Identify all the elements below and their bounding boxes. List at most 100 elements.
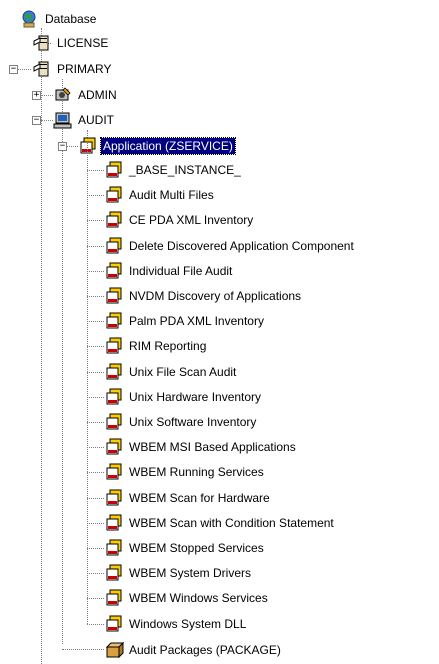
tree-node-instance[interactable]: Audit Multi Files	[104, 185, 216, 205]
node-label: Database	[45, 12, 97, 26]
file-cabinet-icon	[32, 59, 52, 79]
tree-node-audit-packages[interactable]: Audit Packages (PACKAGE)	[104, 640, 283, 660]
tree-line	[87, 346, 104, 347]
tree-node-instance[interactable]: Individual File Audit	[104, 261, 234, 281]
node-label-selected: Application (ZSERVICE)	[100, 137, 236, 155]
tree-node-instance[interactable]: RIM Reporting	[104, 336, 208, 356]
tree-line	[87, 447, 104, 448]
node-label: WBEM Windows Services	[129, 591, 268, 605]
application-instance-icon	[104, 160, 124, 180]
node-label: WBEM Scan with Condition Statement	[129, 516, 334, 530]
application-instance-icon	[104, 563, 124, 583]
tree-line	[87, 220, 104, 221]
node-label: NVDM Discovery of Applications	[129, 289, 302, 303]
tree-node-instance[interactable]: _BASE_INSTANCE_	[104, 160, 243, 180]
node-label: WBEM Running Services	[129, 465, 264, 479]
node-label: WBEM Stopped Services	[129, 541, 264, 555]
application-instance-icon	[104, 261, 124, 281]
database-tree: Database LICENSE − PRIMARY + ADMIN − AUD…	[0, 0, 439, 664]
admin-tools-icon	[53, 85, 73, 105]
node-label: RIM Reporting	[129, 339, 207, 353]
tree-line	[87, 296, 104, 297]
application-instance-icon	[104, 286, 124, 306]
node-label: WBEM MSI Based Applications	[129, 440, 296, 454]
application-instance-icon	[104, 462, 124, 482]
application-instance-icon	[104, 614, 124, 634]
application-instance-icon	[104, 513, 124, 533]
application-instance-icon	[104, 387, 124, 407]
expand-toggle[interactable]: +	[32, 91, 41, 100]
application-instance-icon	[104, 412, 124, 432]
tree-node-instance[interactable]: WBEM Scan with Condition Statement	[104, 513, 336, 533]
application-instance-icon	[104, 588, 124, 608]
tree-node-instance[interactable]: NVDM Discovery of Applications	[104, 286, 303, 306]
node-label: Unix File Scan Audit	[129, 365, 237, 379]
tree-node-instance[interactable]: WBEM System Drivers	[104, 563, 253, 583]
node-label: PRIMARY	[57, 62, 112, 76]
tree-node-instance[interactable]: WBEM Scan for Hardware	[104, 488, 272, 508]
node-label: WBEM Scan for Hardware	[129, 491, 270, 505]
node-label: _BASE_INSTANCE_	[129, 163, 241, 177]
tree-node-instance[interactable]: CE PDA XML Inventory	[104, 210, 255, 230]
tree-line	[62, 649, 104, 650]
tree-line	[87, 472, 104, 473]
application-instance-icon	[104, 311, 124, 331]
node-label: Audit Multi Files	[129, 188, 214, 202]
node-label: Palm PDA XML Inventory	[129, 314, 264, 328]
tree-line	[87, 372, 104, 373]
tree-node-instance[interactable]: Unix File Scan Audit	[104, 362, 238, 382]
node-label: Unix Hardware Inventory	[129, 390, 262, 404]
tree-line	[87, 422, 104, 423]
tree-line	[62, 79, 63, 644]
tree-line	[87, 195, 104, 196]
tree-line	[87, 397, 104, 398]
tree-node-instance[interactable]: WBEM MSI Based Applications	[104, 437, 298, 457]
tree-line	[67, 146, 78, 147]
file-cabinet-icon	[32, 33, 52, 53]
tree-node-instance[interactable]: WBEM Running Services	[104, 462, 266, 482]
tree-line	[41, 95, 53, 96]
tree-line	[41, 120, 53, 121]
tree-node-instance[interactable]: Windows System DLL	[104, 614, 248, 634]
tree-node-instance[interactable]: Unix Hardware Inventory	[104, 387, 263, 407]
tree-line	[87, 523, 104, 524]
tree-node-instance[interactable]: WBEM Stopped Services	[104, 538, 266, 558]
node-label: CE PDA XML Inventory	[129, 213, 254, 227]
node-label: WBEM System Drivers	[129, 566, 252, 580]
tree-line	[87, 321, 104, 322]
node-label: Unix Software Inventory	[129, 415, 257, 429]
tree-line	[87, 573, 104, 574]
application-instance-icon	[104, 538, 124, 558]
tree-node-admin[interactable]: ADMIN	[53, 85, 119, 105]
application-instance-icon	[104, 236, 124, 256]
node-label: Individual File Audit	[129, 264, 233, 278]
tree-node-instance[interactable]: Delete Discovered Application Component	[104, 236, 356, 256]
tree-line	[18, 69, 31, 70]
tree-line	[87, 271, 104, 272]
collapse-toggle[interactable]: −	[58, 142, 67, 151]
tree-node-application-zservice[interactable]: Application (ZSERVICE)	[78, 136, 236, 156]
tree-line	[87, 624, 104, 625]
tree-node-instance[interactable]: WBEM Windows Services	[104, 588, 270, 608]
tree-line	[87, 548, 104, 549]
application-instance-icon	[104, 210, 124, 230]
tree-node-audit[interactable]: AUDIT	[53, 110, 116, 130]
node-label: Delete Discovered Application Component	[129, 239, 354, 253]
application-instance-icon	[104, 437, 124, 457]
tree-node-license[interactable]: LICENSE	[32, 33, 110, 53]
node-label: Audit Packages (PACKAGE)	[129, 643, 281, 657]
tree-line	[87, 246, 104, 247]
node-label: ADMIN	[78, 88, 117, 102]
collapse-toggle[interactable]: −	[9, 65, 18, 74]
tree-line	[41, 74, 42, 664]
tree-node-instance[interactable]: Palm PDA XML Inventory	[104, 311, 266, 331]
package-icon	[104, 640, 124, 660]
tree-node-database[interactable]: Database	[20, 9, 98, 29]
tree-node-primary[interactable]: PRIMARY	[32, 59, 113, 79]
audit-computer-icon	[53, 110, 73, 130]
application-instance-icon	[104, 362, 124, 382]
node-label: LICENSE	[57, 36, 109, 50]
tree-line	[87, 142, 88, 624]
tree-node-instance[interactable]: Unix Software Inventory	[104, 412, 258, 432]
collapse-toggle[interactable]: −	[32, 116, 41, 125]
